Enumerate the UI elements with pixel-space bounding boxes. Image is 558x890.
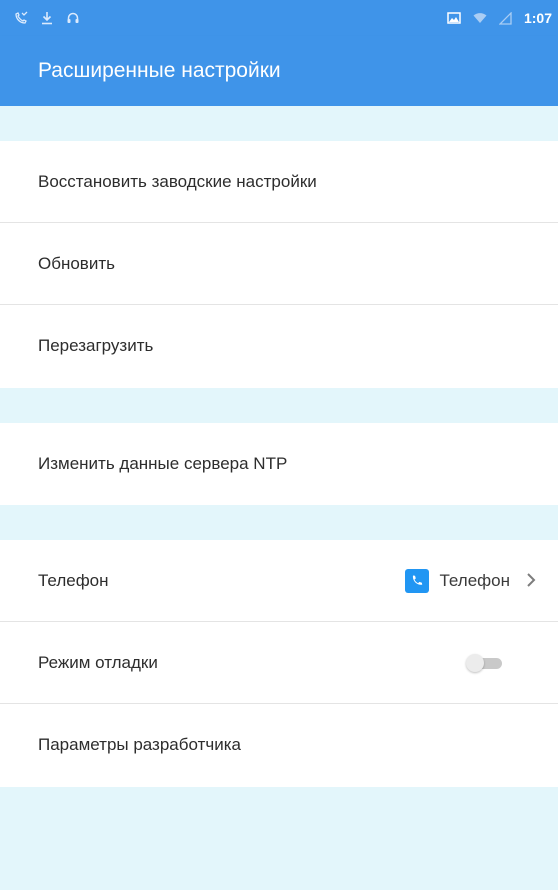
developer-options-row[interactable]: Параметры разработчика xyxy=(0,704,558,786)
phone-value: Телефон xyxy=(439,570,510,590)
signal-icon xyxy=(498,11,512,25)
factory-reset-row[interactable]: Восстановить заводские настройки xyxy=(0,141,558,223)
phone-label: Телефон xyxy=(38,570,109,590)
bottom-spacer xyxy=(0,787,558,890)
headset-icon xyxy=(67,12,79,23)
update-label: Обновить xyxy=(38,253,115,273)
phone-icon xyxy=(405,568,430,593)
section-spacer xyxy=(0,505,558,540)
settings-group-advanced: Телефон Телефон Режим отладки Параметры … xyxy=(0,540,558,787)
settings-group-ntp: Изменить данные сервера NTP xyxy=(0,423,558,505)
update-row[interactable]: Обновить xyxy=(0,223,558,305)
phone-missed-icon xyxy=(15,11,28,24)
reboot-row[interactable]: Перезагрузить xyxy=(0,305,558,387)
factory-reset-label: Восстановить заводские настройки xyxy=(38,171,317,191)
developer-options-label: Параметры разработчика xyxy=(38,735,241,754)
ntp-server-label: Изменить данные сервера NTP xyxy=(38,454,288,473)
status-right: 1:07 xyxy=(437,10,558,26)
toggle-knob xyxy=(466,654,484,672)
debug-mode-row: Режим отладки xyxy=(0,622,558,704)
app-bar: Расширенные настройки xyxy=(0,36,558,106)
page-title: Расширенные настройки xyxy=(38,59,281,82)
ntp-server-row[interactable]: Изменить данные сервера NTP xyxy=(0,423,558,505)
wifi-icon xyxy=(473,13,487,23)
chevron-right-icon xyxy=(526,568,536,594)
debug-mode-label: Режим отладки xyxy=(38,652,158,672)
settings-group-system: Восстановить заводские настройки Обновит… xyxy=(0,141,558,388)
download-icon xyxy=(42,12,52,25)
status-bar: 1:07 xyxy=(0,0,558,36)
reboot-label: Перезагрузить xyxy=(38,336,154,355)
phone-value-group: Телефон xyxy=(405,540,536,621)
status-time: 1:07 xyxy=(523,10,552,26)
section-spacer xyxy=(0,106,558,141)
debug-mode-toggle[interactable] xyxy=(466,654,504,672)
phone-row[interactable]: Телефон Телефон xyxy=(0,540,558,622)
status-left xyxy=(0,11,90,25)
section-spacer xyxy=(0,388,558,423)
photo-icon xyxy=(447,12,461,24)
